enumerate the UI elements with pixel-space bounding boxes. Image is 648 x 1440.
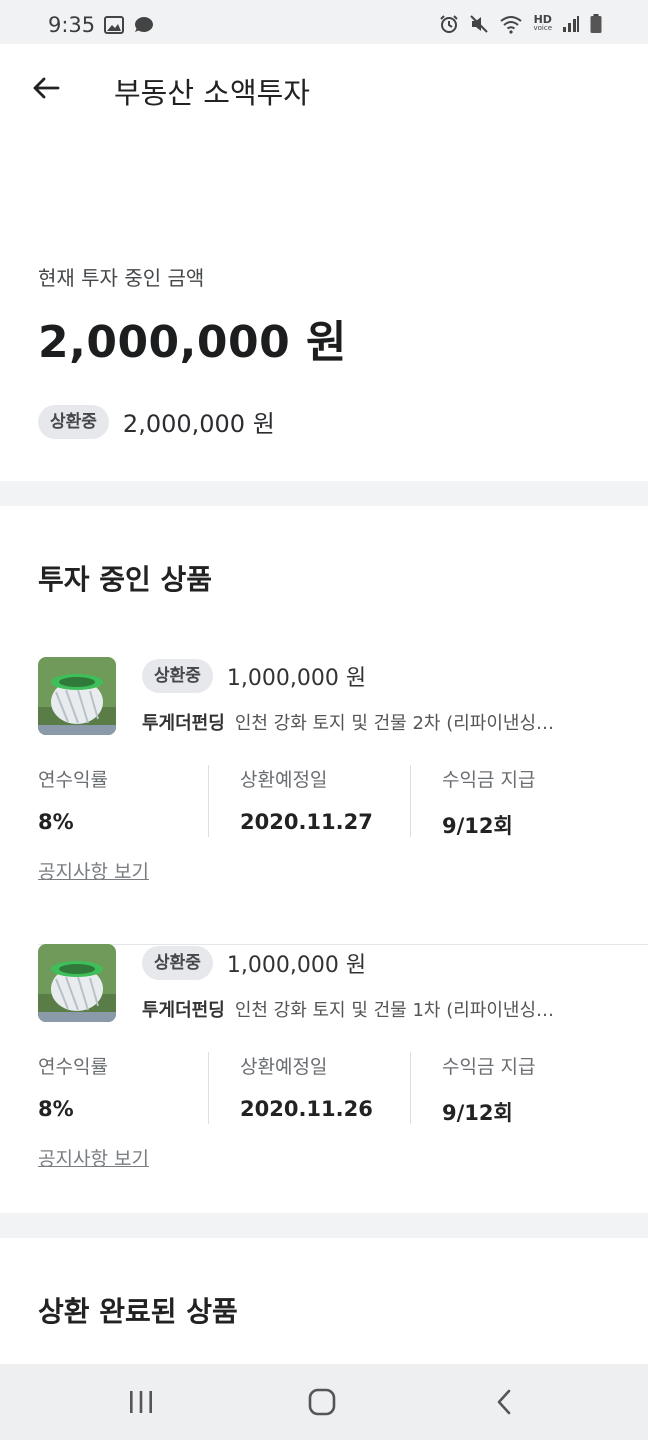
alarm-icon — [440, 15, 459, 33]
recent-apps-icon — [130, 1391, 152, 1413]
summary-status-row: 상환중 2,000,000 원 — [38, 404, 275, 439]
building-image-icon — [38, 944, 116, 1022]
product-name: 인천 강화 토지 및 건물 1차 (리파이낸싱… — [234, 1000, 555, 1021]
product-name: 인천 강화 토지 및 건물 2차 (리파이낸싱… — [234, 713, 555, 734]
notice-link[interactable]: 공지사항 보기 — [38, 857, 149, 884]
wifi-icon — [500, 16, 523, 34]
signal-icon — [563, 16, 579, 32]
stat-divider — [208, 765, 209, 837]
stat-label: 상환예정일 — [240, 1056, 328, 1078]
stat-label: 수익금 지급 — [442, 769, 536, 791]
status-chip: 상환중 — [142, 659, 213, 693]
image-icon — [104, 16, 124, 34]
stat-payouts: 수익금 지급 9/12회 — [442, 765, 536, 838]
investment-card[interactable]: 상환중 1,000,000 원 투게더펀딩 인천 강화 토지 및 건물 2차 (리… — [38, 657, 648, 945]
stat-value: 2020.11.27 — [240, 810, 373, 834]
stat-value: 8% — [38, 810, 74, 834]
card-header: 상환중 1,000,000 원 — [142, 659, 366, 693]
stat-value: 2020.11.26 — [240, 1097, 373, 1121]
product-thumbnail — [38, 657, 116, 735]
card-amount: 1,000,000 원 — [226, 953, 367, 978]
platform-name: 투게더펀딩 — [142, 713, 225, 734]
completed-section-title: 상환 완료된 상품 — [38, 1295, 238, 1328]
stat-yield: 연수익률 8% — [38, 765, 108, 837]
chat-bubble-icon — [135, 17, 153, 32]
stat-divider — [208, 1052, 209, 1124]
recent-apps-button[interactable] — [111, 1382, 171, 1422]
app-bar: 부동산 소액투자 — [0, 44, 648, 134]
summary-amount: 2,000,000 원 — [38, 317, 348, 368]
notice-link[interactable]: 공지사항 보기 — [38, 1144, 149, 1171]
section-divider — [0, 1213, 648, 1238]
stat-value: 8% — [38, 1097, 74, 1121]
back-nav-icon — [497, 1389, 511, 1415]
stat-divider — [410, 1052, 411, 1124]
summary-status-amount: 2,000,000 원 — [122, 410, 275, 438]
hd-label: HD — [533, 13, 552, 26]
section-divider — [0, 481, 648, 506]
back-nav-button[interactable] — [474, 1382, 534, 1422]
stat-yield: 연수익률 8% — [38, 1052, 108, 1124]
mute-icon — [470, 15, 489, 33]
voice-label: voice — [533, 24, 552, 32]
status-chip: 상환중 — [38, 404, 109, 439]
back-arrow-icon — [33, 77, 60, 99]
status-chip: 상환중 — [142, 946, 213, 980]
product-thumbnail — [38, 944, 116, 1022]
battery-icon — [590, 14, 602, 33]
status-right-icons: HD voice — [439, 14, 602, 34]
card-description: 투게더펀딩 인천 강화 토지 및 건물 1차 (리파이낸싱… — [142, 996, 554, 1022]
stat-label: 수익금 지급 — [442, 1056, 536, 1078]
system-nav-bar — [0, 1364, 648, 1440]
back-button[interactable] — [26, 68, 66, 108]
stat-label: 연수익률 — [38, 1056, 108, 1078]
hd-voice-icon: HD voice — [533, 13, 552, 33]
summary-label: 현재 투자 중인 금액 — [38, 266, 205, 290]
home-icon — [308, 1388, 336, 1416]
stat-payouts: 수익금 지급 9/12회 — [442, 1052, 536, 1125]
stat-label: 연수익률 — [38, 769, 108, 791]
platform-name: 투게더펀딩 — [142, 1000, 225, 1021]
investment-card[interactable]: 상환중 1,000,000 원 투게더펀딩 인천 강화 토지 및 건물 1차 (리… — [38, 944, 648, 1232]
building-image-icon — [38, 657, 116, 735]
investing-section-title: 투자 중인 상품 — [38, 563, 213, 596]
stat-value: 9/12회 — [442, 1101, 513, 1125]
card-amount: 1,000,000 원 — [226, 666, 367, 691]
status-left-icons — [104, 16, 154, 34]
card-description: 투게더펀딩 인천 강화 토지 및 건물 2차 (리파이낸싱… — [142, 709, 554, 735]
card-header: 상환중 1,000,000 원 — [142, 946, 366, 980]
stat-due-date: 상환예정일 2020.11.26 — [240, 1052, 373, 1124]
stat-value: 9/12회 — [442, 814, 513, 838]
stat-divider — [410, 765, 411, 837]
status-bar: 9:35 HD voice — [0, 0, 648, 44]
status-time: 9:35 — [48, 13, 96, 37]
stat-due-date: 상환예정일 2020.11.27 — [240, 765, 373, 837]
stat-label: 상환예정일 — [240, 769, 328, 791]
home-button[interactable] — [292, 1382, 352, 1422]
page-title: 부동산 소액투자 — [114, 76, 310, 110]
